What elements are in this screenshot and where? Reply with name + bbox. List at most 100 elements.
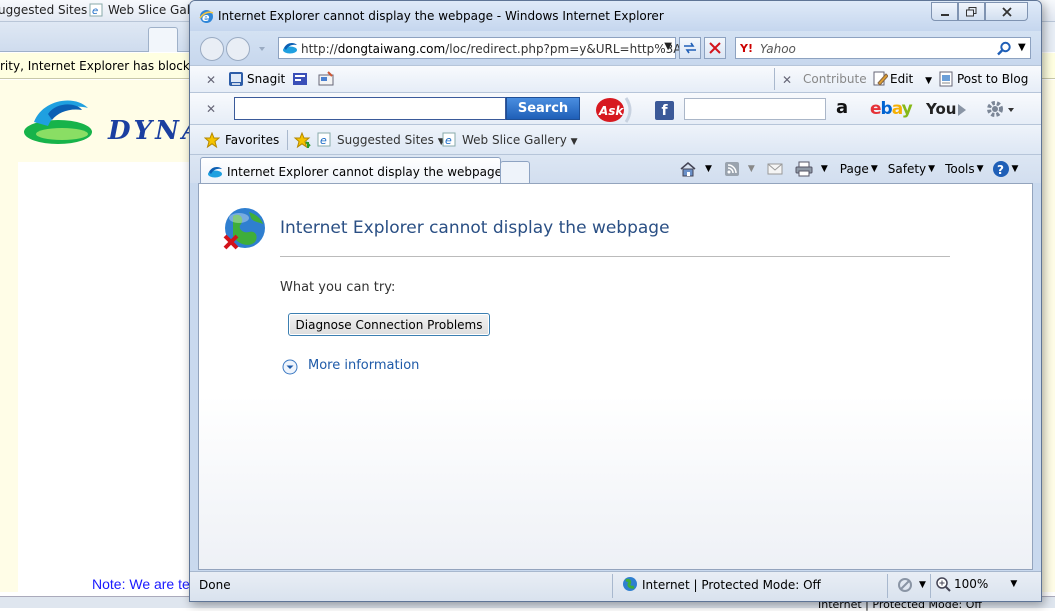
close-toolbar-icon[interactable]: ✕	[206, 73, 216, 87]
home-button[interactable]: ▼	[679, 161, 712, 177]
ie-page-icon: e	[442, 132, 457, 147]
facebook-input[interactable]	[684, 98, 826, 120]
protected-mode-status[interactable]: Internet | Protected Mode: Off	[642, 578, 821, 592]
background-suggested-sites[interactable]: uggested Sites ▾	[0, 3, 97, 17]
toolbar-separator	[774, 68, 775, 90]
favorites-star-icon	[204, 132, 220, 148]
background-info-text: rity, Internet Explorer has blocked th	[0, 59, 221, 73]
print-icon	[795, 161, 813, 177]
close-icon	[1001, 6, 1012, 17]
facebook-icon[interactable]: f	[655, 101, 674, 120]
title-bar[interactable]: e Internet Explorer cannot display the w…	[190, 1, 1041, 31]
restore-button[interactable]	[958, 2, 985, 21]
add-favorites-icon[interactable]	[293, 132, 311, 148]
background-white-panel	[18, 162, 198, 592]
ask-logo-icon[interactable]: Ask	[594, 96, 636, 124]
search-icon[interactable]	[996, 41, 1012, 57]
edit-icon	[873, 71, 888, 87]
tab-label: Internet Explorer cannot display the web…	[227, 165, 502, 179]
internet-zone-globe-icon	[622, 576, 638, 592]
address-bar[interactable]: http://dongtaiwang.com/loc/redirect.php?…	[278, 37, 693, 59]
snagit-icon	[228, 71, 244, 87]
gear-icon[interactable]	[985, 99, 1015, 119]
dynamic-logo-icon	[22, 96, 100, 148]
refresh-button[interactable]	[679, 37, 701, 59]
minimize-button[interactable]	[931, 2, 958, 21]
what-you-can-try-label: What you can try:	[280, 280, 396, 295]
suggested-sites-button[interactable]: Suggested Sites ▼	[337, 133, 445, 147]
svg-text:?: ?	[997, 163, 1004, 177]
stop-icon	[709, 42, 721, 54]
restore-icon	[966, 6, 977, 16]
caption-buttons	[931, 2, 1028, 22]
tools-menu[interactable]: Tools ▼	[945, 162, 983, 176]
window-title: Internet Explorer cannot display the web…	[218, 9, 664, 23]
background-web-slice[interactable]: Web Slice Galle	[108, 3, 201, 17]
mail-icon	[767, 163, 783, 175]
status-text: Done	[199, 578, 231, 592]
edit-button[interactable]: Edit ▼	[890, 72, 932, 86]
status-bar: Done Internet | Protected Mode: Off ▼ 10…	[190, 571, 1041, 601]
tab-active[interactable]: Internet Explorer cannot display the web…	[200, 157, 502, 184]
site-favicon	[282, 41, 298, 55]
ask-toolbar: ✕ Search Ask f a ebay You	[190, 92, 1041, 124]
print-button[interactable]: ▼	[795, 161, 828, 177]
snagit-toolbar: ✕ Snagit ✕ Contribute Edit ▼ Post to Blo…	[190, 65, 1041, 92]
ie-page-icon: e	[317, 132, 332, 147]
status-separator	[887, 574, 888, 598]
popup-blocker-icon	[898, 578, 912, 592]
amazon-icon[interactable]: a	[836, 97, 848, 118]
web-slice-gallery-button[interactable]: Web Slice Gallery ▼	[462, 133, 578, 147]
close-button[interactable]	[985, 2, 1028, 21]
chevron-down-icon[interactable]	[282, 359, 298, 375]
background-note: Note: We are te	[92, 576, 190, 592]
snagit-capture-icon[interactable]	[292, 71, 308, 87]
post-to-blog-button[interactable]: Post to Blog	[957, 72, 1028, 86]
title-divider	[280, 256, 950, 257]
svg-text:e: e	[92, 6, 98, 17]
favorites-bar: Favorites e Suggested Sites ▼ e Web Slic…	[190, 124, 1041, 154]
status-separator	[612, 574, 613, 598]
ask-search-input[interactable]	[234, 97, 506, 120]
ask-search-button[interactable]: Search	[506, 97, 580, 120]
youtube-icon[interactable]: You	[926, 100, 956, 118]
feeds-button[interactable]: ▼	[724, 161, 755, 177]
background-new-tab[interactable]	[148, 27, 178, 52]
refresh-icon	[684, 42, 696, 54]
close-ask-toolbar-icon[interactable]: ✕	[206, 102, 216, 116]
ebay-icon[interactable]: ebay	[870, 99, 913, 119]
tab-row: Internet Explorer cannot display the web…	[190, 154, 1041, 184]
search-dropdown-icon[interactable]: ▼	[1018, 42, 1026, 53]
snagit-edit-icon[interactable]	[318, 71, 334, 87]
close-contribute-icon[interactable]: ✕	[782, 73, 792, 87]
ie-logo-icon: e	[199, 9, 214, 24]
status-tools-button[interactable]: ▼	[897, 577, 926, 593]
help-button[interactable]: ? ▼	[992, 160, 1018, 178]
zoom-button[interactable]: 100% ▼	[935, 576, 1017, 592]
safety-menu[interactable]: Safety ▼	[888, 162, 935, 176]
minimize-icon	[940, 13, 949, 16]
zoom-icon	[936, 577, 951, 592]
diagnose-connection-problems-button[interactable]: Diagnose Connection Problems	[288, 313, 490, 336]
snagit-button[interactable]: Snagit	[247, 72, 285, 86]
rss-icon	[724, 162, 739, 176]
page-menu[interactable]: Page ▼	[840, 162, 878, 176]
favorites-button[interactable]: Favorites	[225, 133, 279, 147]
contribute-button[interactable]: Contribute	[803, 72, 867, 86]
search-box[interactable]: Y! Yahoo ▼	[735, 37, 1031, 59]
help-icon: ?	[992, 161, 1009, 177]
ie-window: e Internet Explorer cannot display the w…	[189, 0, 1042, 602]
toolbar-scroll-right-icon[interactable]	[957, 103, 967, 117]
new-tab-button[interactable]	[500, 161, 530, 184]
more-information-link[interactable]: More information	[308, 358, 419, 373]
stop-button[interactable]	[704, 37, 726, 59]
read-mail-button[interactable]	[767, 163, 783, 175]
back-forward-icon[interactable]	[199, 36, 269, 62]
ie-page-icon: e	[89, 3, 103, 17]
address-dropdown-icon[interactable]: ▼	[664, 41, 672, 52]
status-separator	[930, 574, 931, 598]
yahoo-icon: Y!	[740, 42, 753, 55]
svg-text:e: e	[320, 134, 327, 147]
page-content: Internet Explorer cannot display the web…	[198, 183, 1033, 570]
address-row: http://dongtaiwang.com/loc/redirect.php?…	[190, 31, 1041, 65]
